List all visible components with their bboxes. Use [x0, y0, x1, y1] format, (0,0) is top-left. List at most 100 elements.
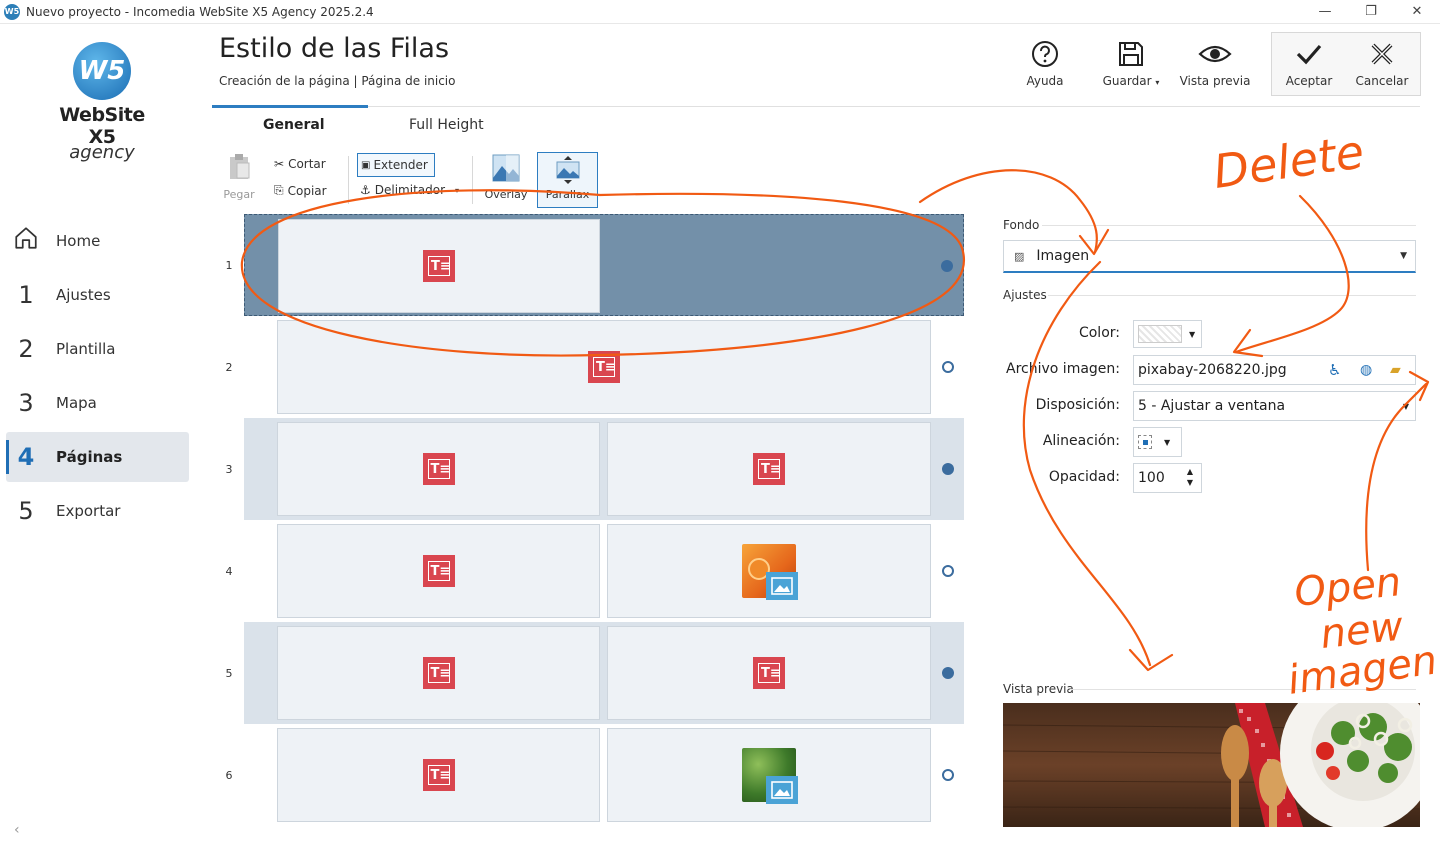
sidebar-item-plantilla[interactable]: 2 Plantilla: [6, 324, 189, 374]
row-cell[interactable]: T≡: [607, 422, 931, 516]
ajustes-section-label: Ajustes: [1003, 288, 1047, 302]
overlay-button[interactable]: Overlay: [484, 152, 528, 208]
color-swatch: [1138, 325, 1182, 343]
table-row[interactable]: T≡: [244, 214, 964, 316]
accept-button[interactable]: Aceptar: [1273, 38, 1345, 94]
overlay-icon: [484, 152, 528, 184]
extend-icon: ▣: [361, 159, 371, 171]
row-cell[interactable]: T≡: [607, 626, 931, 720]
sidebar-item-label: Mapa: [56, 394, 97, 412]
row-cell[interactable]: T≡: [278, 219, 600, 313]
sidebar-item-paginas[interactable]: 4 Páginas: [6, 432, 189, 482]
archivo-label: Archivo imagen:: [1006, 361, 1120, 377]
annotation-new: new: [1318, 604, 1405, 658]
help-label: Ayuda: [1026, 74, 1064, 88]
sidebar-item-ajustes[interactable]: 1 Ajustes: [6, 270, 189, 320]
row-cell[interactable]: T≡: [277, 422, 600, 516]
row-style-dot[interactable]: [942, 565, 954, 577]
paste-label: Pegar: [223, 188, 255, 201]
text-object-icon: T≡: [753, 657, 785, 689]
parallax-button[interactable]: Parallax: [537, 152, 598, 208]
toolbar-separator: [348, 156, 349, 204]
table-row[interactable]: T≡ T≡: [244, 418, 964, 520]
maximize-button[interactable]: ❐: [1348, 0, 1394, 22]
image-object-thumbnail: [742, 748, 798, 804]
tab-full-height[interactable]: Full Height: [409, 117, 484, 133]
opacidad-stepper[interactable]: 100 ▲ ▼: [1133, 463, 1202, 493]
color-label: Color:: [1078, 325, 1120, 341]
row-style-dot[interactable]: [942, 361, 954, 373]
anchor-icon: ⚓: [360, 183, 371, 197]
align-center-icon: [1138, 435, 1152, 449]
vista-previa-label: Vista previa: [1003, 682, 1074, 696]
parallax-icon: [538, 154, 597, 186]
window-title: Nuevo proyecto - Incomedia WebSite X5 Ag…: [26, 4, 374, 19]
sidebar-item-mapa[interactable]: 3 Mapa: [6, 378, 189, 428]
globe-icon[interactable]: ◍: [1360, 362, 1372, 378]
copy-button[interactable]: ⎘ Copiar: [274, 183, 327, 198]
paste-button[interactable]: Pegar: [220, 152, 258, 208]
table-row[interactable]: T≡ T≡: [244, 622, 964, 724]
color-picker[interactable]: ▼: [1133, 320, 1202, 348]
copy-label: Copiar: [287, 183, 327, 198]
alineacion-select[interactable]: ▼: [1133, 427, 1182, 457]
sidebar-item-number: 2: [18, 335, 34, 363]
archivo-imagen-field[interactable]: pixabay-2068220.jpg ♿︎ ◍ ▰: [1133, 355, 1416, 385]
help-icon: [1009, 38, 1081, 70]
close-button[interactable]: ✕: [1394, 0, 1440, 22]
save-button[interactable]: Guardar ▾: [1095, 38, 1167, 94]
logo-mark: W5: [73, 42, 131, 100]
cancel-button[interactable]: Cancelar: [1346, 38, 1418, 94]
row-cell[interactable]: T≡: [277, 524, 600, 618]
row-style-dot[interactable]: [942, 769, 954, 781]
eye-icon: [1179, 38, 1251, 70]
folder-open-icon[interactable]: ▰: [1390, 362, 1401, 378]
app-icon: W5: [4, 3, 20, 20]
table-row[interactable]: T≡: [244, 520, 964, 622]
cut-button[interactable]: ✂ Cortar: [274, 157, 326, 171]
floppy-icon: [1095, 38, 1167, 70]
text-object-icon: T≡: [422, 555, 455, 587]
collapse-sidebar-icon[interactable]: ‹: [14, 822, 20, 838]
text-object-icon: T≡: [422, 657, 455, 689]
fondo-selected-value: Imagen: [1036, 248, 1090, 264]
preview-label: Vista previa: [1179, 74, 1251, 88]
scissors-icon: ✂: [274, 157, 285, 171]
row-cell[interactable]: T≡: [277, 626, 600, 720]
table-row[interactable]: T≡: [244, 316, 964, 418]
tabs-divider: [212, 106, 1420, 107]
annotation-delete: Delete: [1210, 124, 1367, 199]
row-cell[interactable]: T≡: [277, 728, 600, 822]
extend-button[interactable]: ▣ Extender: [357, 153, 435, 177]
annotation-imagen: imagen: [1285, 637, 1440, 703]
background-preview-image: [1003, 703, 1420, 827]
sidebar-item-number: 1: [18, 281, 34, 309]
help-button[interactable]: Ayuda: [1009, 38, 1081, 94]
minimize-button[interactable]: —: [1302, 0, 1348, 22]
stepper-arrows-icon[interactable]: ▲ ▼: [1187, 466, 1193, 488]
row-cell[interactable]: T≡: [277, 320, 931, 414]
delimiter-dropdown[interactable]: ⚓ Delimitador ▾: [360, 183, 459, 197]
fondo-select[interactable]: ▨ Imagen ▼: [1003, 240, 1416, 273]
row-style-dot[interactable]: [942, 463, 954, 475]
rows-grid: 1 T≡ 2 T≡ 3 T≡ T≡ 4 T≡ 5 T≡ T≡ 6 T≡: [214, 214, 964, 826]
image-object-thumbnail: [742, 544, 798, 600]
table-row[interactable]: T≡: [244, 724, 964, 826]
sidebar-item-exportar[interactable]: 5 Exportar: [6, 486, 189, 536]
alineacion-label: Alineación:: [1042, 433, 1120, 449]
row-cell[interactable]: [607, 728, 931, 822]
row-number: 5: [225, 667, 233, 680]
row-style-dot[interactable]: [942, 667, 954, 679]
section-divider: [1042, 225, 1416, 226]
disposicion-select[interactable]: 5 - Ajustar a ventana ▼: [1133, 391, 1416, 421]
dropdown-caret-icon: ▾: [1155, 78, 1160, 87]
opacidad-label: Opacidad:: [1048, 469, 1120, 485]
logo: W5 WebSite X5 agency: [52, 42, 152, 163]
row-style-dot[interactable]: [941, 260, 953, 272]
row-number: 4: [225, 565, 233, 578]
tab-general[interactable]: General: [263, 117, 325, 133]
accessibility-icon[interactable]: ♿︎: [1328, 361, 1341, 379]
preview-button[interactable]: Vista previa: [1179, 38, 1251, 94]
row-cell[interactable]: [607, 524, 931, 618]
sidebar-item-home[interactable]: Home: [6, 216, 189, 266]
